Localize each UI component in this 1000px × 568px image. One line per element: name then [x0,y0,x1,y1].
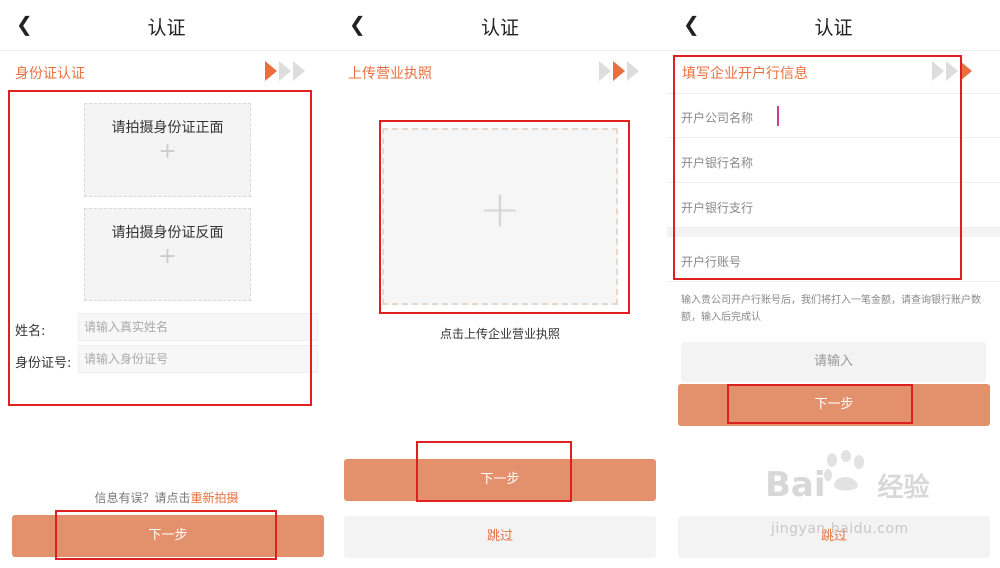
skip-button[interactable]: 跳过 [344,516,656,558]
step-indicator [599,61,641,81]
upload-caption: 点击上传企业营业执照 [439,327,560,341]
step-chevron-icon [599,61,611,81]
page-title: 认证 [814,17,853,39]
highlight-box [8,90,312,406]
watermark-brand: Bai [765,465,826,505]
highlight-box [416,441,572,502]
watermark-logo: Bai 经验 [765,465,930,505]
verification-hint: 输入贵公司开户行账号后，我们将打入一笔金额，请查询银行账户数额，输入后完成认 [681,295,981,323]
retake-prefix: 信息有误？请点击 [94,491,191,505]
step-chevron-icon [613,61,625,81]
highlight-box [727,384,913,424]
highlight-box [673,55,962,280]
top-bar: ❮ 认证 [667,0,1000,51]
step-chevron-icon [279,61,291,81]
watermark-url: jingyan.baidu.com [771,521,909,537]
amount-input[interactable]: 请输入 [681,342,986,382]
id-card-auth-panel: ❮ 认证 身份证认证 请拍摄身份证正面 + 请拍摄身份证反面 + 姓名: 请输入… [0,0,333,568]
page-title: 认证 [480,17,519,39]
retake-link[interactable]: 重新拍摄 [191,491,239,505]
watermark-brand2: 经验 [877,473,930,503]
step-chevron-icon [627,61,639,81]
highlight-box [55,510,277,560]
step-indicator [265,61,307,81]
step-chevron-icon [265,61,277,81]
business-license-panel: ❮ 认证 上传营业执照 + 点击上传企业营业执照 下一步 跳过 [333,0,667,568]
section-title: 上传营业执照 [348,66,432,82]
top-bar: ❮ 认证 [0,0,333,51]
retake-hint: 信息有误？请点击重新拍摄 [0,489,333,506]
section-title: 身份证认证 [15,66,85,82]
highlight-box [379,120,630,314]
top-bar: ❮ 认证 [333,0,667,51]
step-chevron-icon [293,61,305,81]
page-title: 认证 [147,17,186,39]
